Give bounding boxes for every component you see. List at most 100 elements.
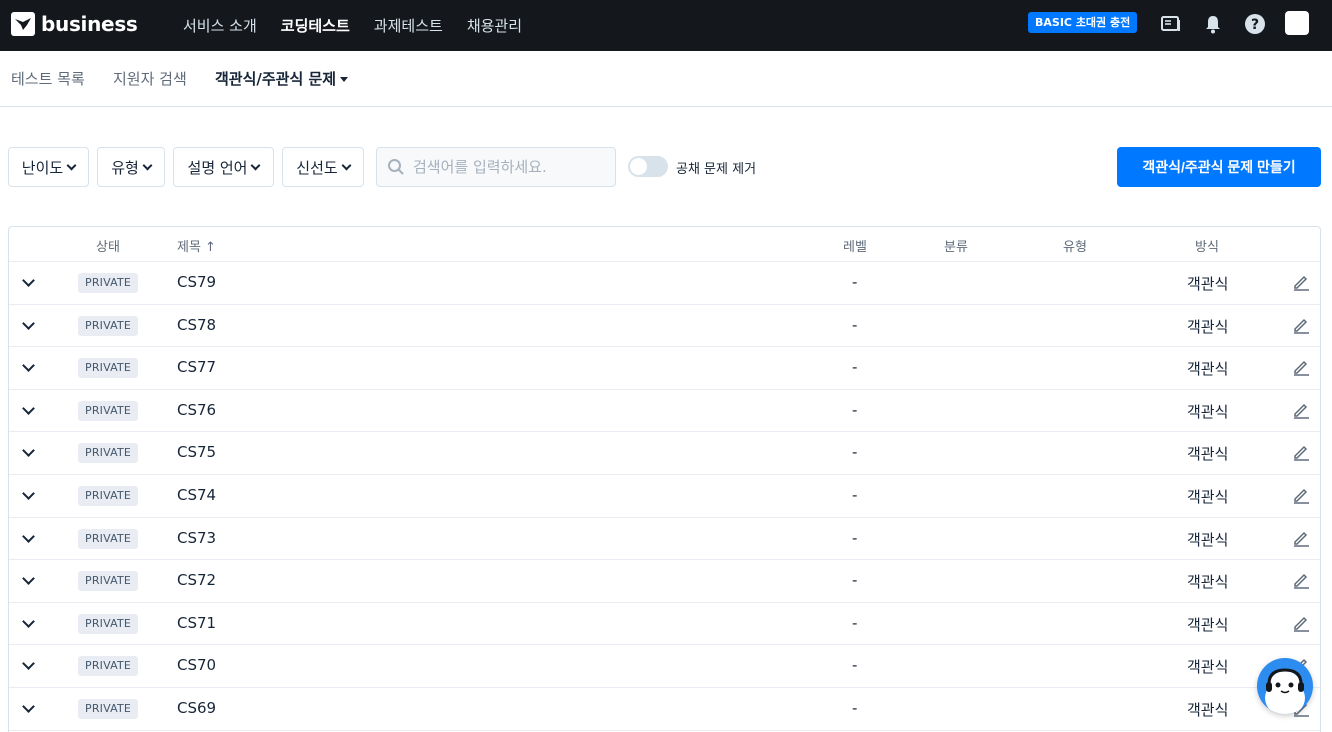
col-level: 레벨	[843, 240, 867, 255]
problem-method: 객관식	[1187, 573, 1229, 592]
status-badge: PRIVATE	[78, 315, 139, 336]
freshness-label: 신선도	[296, 158, 338, 177]
problem-level: -	[852, 358, 858, 377]
avatar[interactable]	[1285, 11, 1309, 35]
table-row[interactable]: PRIVATE CS78 - 객관식	[9, 305, 1320, 348]
problem-title[interactable]: CS73	[177, 529, 216, 547]
problem-table: 상태 제목 ↑ 레벨 분류 유형 방식 PRIVATE CS79- 객관식 PRIVA…	[8, 226, 1321, 732]
help-icon[interactable]: ?	[1244, 13, 1266, 35]
language-filter[interactable]: 설명 언어	[173, 147, 274, 187]
type-filter[interactable]: 유형	[97, 147, 165, 187]
document-icon[interactable]	[1160, 13, 1182, 35]
caret-down-icon	[340, 77, 349, 82]
expand-chevron-icon[interactable]	[22, 359, 35, 373]
problem-title[interactable]: CS75	[177, 443, 216, 461]
subnav-test-list[interactable]: 테스트 목록	[11, 68, 85, 89]
table-row[interactable]: PRIVATE CS75 - 객관식	[9, 432, 1320, 475]
table-row[interactable]: PRIVATE CS79 - 객관식	[9, 262, 1320, 305]
difficulty-label: 난이도	[21, 158, 64, 177]
nav-assignment-test[interactable]: 과제테스트	[374, 15, 443, 36]
problem-method: 객관식	[1187, 402, 1229, 421]
problem-title[interactable]: CS69	[177, 699, 216, 717]
chat-support-button[interactable]	[1257, 658, 1313, 714]
invite-charge-button[interactable]: BASIC 초대권 충전	[1028, 12, 1138, 33]
status-badge: PRIVATE	[78, 698, 139, 719]
problem-method: 객관식	[1187, 658, 1229, 677]
brand-logo-link[interactable]: business	[11, 12, 138, 36]
problem-level: -	[852, 571, 858, 590]
subnav-applicant-search[interactable]: 지원자 검색	[113, 68, 187, 89]
problem-title[interactable]: CS77	[177, 358, 216, 376]
chevron-down-icon	[66, 160, 77, 170]
expand-chevron-icon[interactable]	[22, 401, 35, 415]
edit-pencil-icon[interactable]	[1292, 443, 1310, 462]
create-quiz-button[interactable]: 객관식/주관식 문제 만들기	[1117, 147, 1321, 187]
problem-level: -	[852, 656, 858, 675]
edit-pencil-icon[interactable]	[1292, 401, 1310, 419]
subnav-quiz-problems[interactable]: 객관식/주관식 문제	[215, 68, 349, 89]
sub-navbar: 테스트 목록 지원자 검색 객관식/주관식 문제	[0, 51, 1332, 107]
problem-level: -	[852, 443, 858, 462]
nav-recruit-manage[interactable]: 채용관리	[467, 15, 522, 36]
table-row[interactable]: PRIVATE CS71 - 객관식	[9, 603, 1320, 646]
problem-title[interactable]: CS78	[177, 316, 216, 334]
svg-text:?: ?	[1251, 17, 1259, 33]
problem-title[interactable]: CS70	[177, 656, 216, 674]
edit-pencil-icon[interactable]	[1292, 316, 1310, 334]
table-body: PRIVATE CS79 - 객관식 PRIVATE CS78 - 객관식 PRIVATE CS7…	[9, 262, 1320, 731]
search-input[interactable]	[413, 158, 603, 176]
edit-pencil-icon[interactable]	[1292, 571, 1310, 589]
exclude-public-toggle[interactable]	[628, 156, 668, 177]
problem-level: -	[852, 315, 858, 334]
table-row[interactable]: PRIVATE CS70 - 객관식	[9, 645, 1320, 688]
problem-title[interactable]: CS72	[177, 571, 216, 589]
problem-method: 객관식	[1187, 487, 1229, 506]
chevron-down-icon	[251, 160, 261, 170]
main-nav: 서비스 소개 코딩테스트 과제테스트 채용관리	[183, 0, 522, 51]
mascot-icon	[1265, 668, 1305, 714]
difficulty-filter[interactable]: 난이도	[8, 147, 89, 187]
expand-chevron-icon[interactable]	[22, 529, 35, 543]
status-badge: PRIVATE	[78, 358, 139, 379]
top-navbar: business 서비스 소개 코딩테스트 과제테스트 채용관리 BASIC 초…	[0, 0, 1332, 51]
nav-coding-test[interactable]: 코딩테스트	[281, 15, 350, 36]
expand-chevron-icon[interactable]	[22, 274, 35, 287]
toggle-knob	[630, 158, 647, 175]
expand-chevron-icon[interactable]	[22, 572, 35, 586]
problem-title[interactable]: CS79	[177, 273, 216, 291]
status-badge: PRIVATE	[78, 400, 139, 421]
table-header: 상태 제목 ↑ 레벨 분류 유형 방식	[9, 227, 1320, 262]
edit-pencil-icon[interactable]	[1292, 273, 1310, 291]
status-badge: PRIVATE	[78, 613, 139, 634]
table-row[interactable]: PRIVATE CS69 - 객관식	[9, 688, 1320, 731]
bell-icon[interactable]	[1202, 13, 1224, 35]
problem-title[interactable]: CS71	[177, 614, 216, 632]
expand-chevron-icon[interactable]	[22, 614, 35, 628]
expand-chevron-icon[interactable]	[22, 316, 35, 330]
problem-method: 객관식	[1187, 317, 1229, 336]
language-label: 설명 언어	[187, 158, 248, 177]
table-row[interactable]: PRIVATE CS76 - 객관식	[9, 390, 1320, 433]
expand-chevron-icon[interactable]	[22, 444, 35, 458]
brand-name: business	[41, 12, 138, 36]
table-row[interactable]: PRIVATE CS74 - 객관식	[9, 475, 1320, 518]
problem-title[interactable]: CS74	[177, 486, 216, 504]
expand-chevron-icon[interactable]	[22, 657, 35, 671]
edit-pencil-icon[interactable]	[1292, 358, 1310, 376]
col-method: 방식	[1195, 240, 1219, 255]
edit-pencil-icon[interactable]	[1292, 486, 1310, 504]
expand-chevron-icon[interactable]	[22, 700, 35, 713]
exclude-public-label: 공채 문제 제거	[676, 162, 757, 177]
freshness-filter[interactable]: 신선도	[282, 147, 364, 187]
table-row[interactable]: PRIVATE CS77 - 객관식	[9, 347, 1320, 390]
problem-level: -	[852, 528, 858, 547]
col-title-sort[interactable]: 제목 ↑	[177, 236, 216, 255]
table-row[interactable]: PRIVATE CS72 - 객관식	[9, 560, 1320, 603]
problem-title[interactable]: CS76	[177, 401, 216, 419]
expand-chevron-icon[interactable]	[22, 487, 35, 500]
edit-pencil-icon[interactable]	[1292, 614, 1310, 632]
nav-service-intro[interactable]: 서비스 소개	[183, 15, 257, 36]
table-row[interactable]: PRIVATE CS73 - 객관식	[9, 518, 1320, 561]
problem-method: 객관식	[1187, 700, 1229, 719]
edit-pencil-icon[interactable]	[1292, 529, 1310, 547]
